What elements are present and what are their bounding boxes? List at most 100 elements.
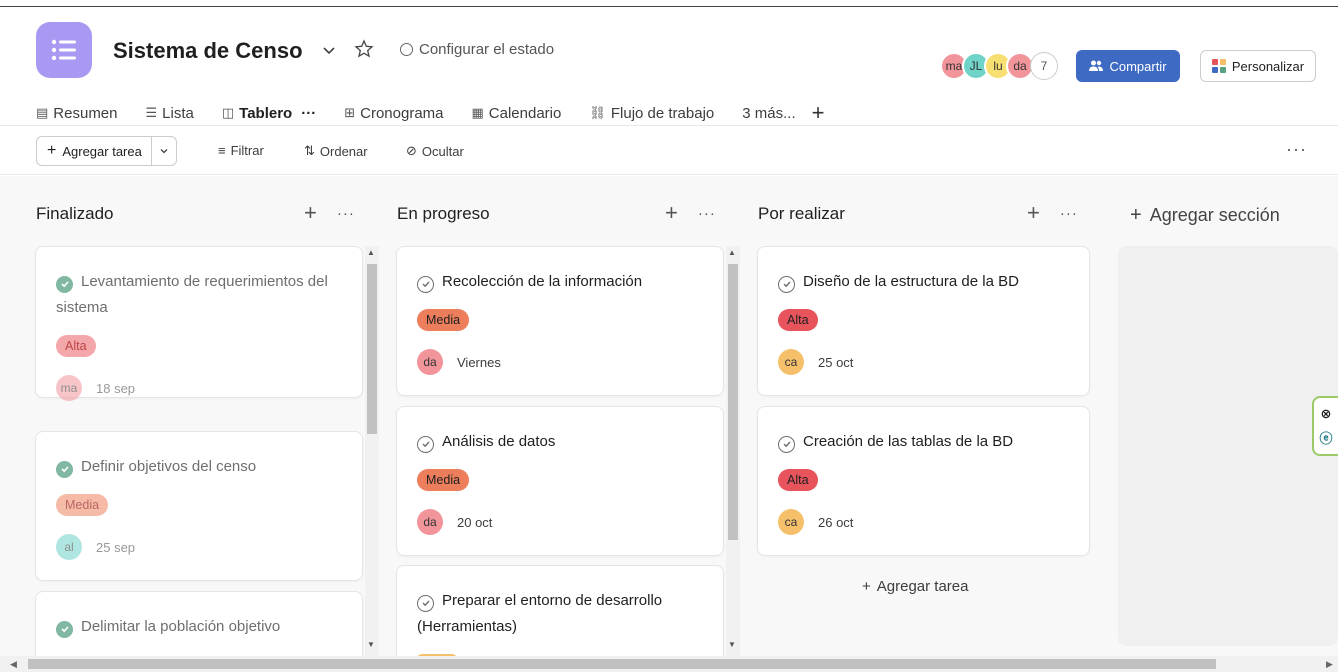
browser-extension-widget[interactable]: ⊗ ⓔ — [1312, 396, 1338, 456]
people-icon — [1089, 60, 1104, 71]
share-button[interactable]: Compartir — [1076, 50, 1180, 82]
task-title: Diseño de la estructura de la BD — [778, 269, 1075, 295]
task-card[interactable]: Recolección de la información Media da Vi… — [396, 246, 724, 396]
column-title-finalizado[interactable]: Finalizado — [36, 204, 114, 224]
scroll-down-arrow-icon[interactable]: ▼ — [728, 640, 736, 649]
star-icon[interactable] — [354, 39, 374, 59]
task-meta: da Viernes — [417, 349, 501, 375]
sort-button[interactable]: ⇅ Ordenar — [304, 143, 368, 159]
task-title: Delimitar la población objetivo — [56, 614, 348, 640]
priority-tag: Media — [56, 494, 109, 516]
column-title-en-progreso[interactable]: En progreso — [397, 204, 490, 224]
add-task-main[interactable]: + Agregar tarea — [37, 137, 152, 165]
add-task-plus-icon[interactable]: + — [304, 200, 317, 226]
due-date[interactable]: 18 sep — [96, 381, 135, 396]
list-icon: ☰ — [145, 105, 158, 120]
check-icon[interactable] — [778, 435, 795, 453]
task-card[interactable]: Delimitar la población objetivo — [35, 591, 363, 656]
project-list-icon[interactable] — [36, 22, 92, 78]
scroll-up-arrow-icon[interactable]: ▲ — [367, 248, 375, 257]
add-section-button[interactable]: + Agregar sección — [1130, 204, 1280, 227]
check-done-icon[interactable] — [56, 620, 73, 638]
task-title-text: Recolección de la información — [442, 273, 643, 290]
column-actions: + ··· — [665, 200, 716, 226]
avatar[interactable]: da — [417, 509, 443, 535]
task-card[interactable]: Levantamiento de requerimientos del sist… — [35, 246, 363, 401]
add-task-link[interactable]: + Agregar tarea — [862, 578, 969, 595]
new-section-placeholder — [1118, 246, 1338, 646]
check-done-icon[interactable] — [56, 275, 73, 293]
tab-cronograma[interactable]: ⊞ Cronograma — [344, 100, 443, 126]
close-icon[interactable]: ⊗ — [1321, 406, 1332, 422]
scrollbar-thumb[interactable] — [367, 264, 377, 434]
chevron-down-icon[interactable] — [320, 41, 338, 59]
task-card[interactable]: Creación de las tablas de la BD Alta ca 2… — [757, 406, 1090, 556]
members-avatars[interactable]: ma JL lu da 7 — [940, 52, 1058, 80]
tab-tablero[interactable]: ◫ Tablero ··· — [221, 100, 317, 130]
avatar[interactable]: ca — [778, 349, 804, 375]
column-actions: + ··· — [304, 200, 355, 226]
check-icon[interactable] — [417, 275, 434, 293]
due-date[interactable]: Viernes — [457, 355, 501, 370]
column-title-por-realizar[interactable]: Por realizar — [758, 204, 845, 224]
add-task-dropdown[interactable] — [152, 137, 176, 165]
check-icon[interactable] — [417, 435, 434, 453]
project-title[interactable]: Sistema de Censo — [113, 38, 303, 64]
window-top-edge — [0, 0, 1338, 7]
due-date[interactable]: 25 sep — [96, 540, 135, 555]
filter-label: Filtrar — [230, 143, 264, 158]
task-title: Preparar el entorno de desarrollo (Herra… — [417, 588, 709, 640]
add-task-plus-icon[interactable]: + — [665, 200, 678, 226]
tab-label: Resumen — [53, 104, 118, 122]
column-scrollbar[interactable]: ▲ ▼ — [365, 246, 379, 656]
tab-flujo-de-trabajo[interactable]: ⛓ Flujo de trabajo — [589, 100, 714, 126]
avatar[interactable]: ca — [778, 509, 804, 535]
more-options-icon[interactable]: ··· — [1286, 139, 1307, 160]
tab-calendario[interactable]: ▦ Calendario — [472, 100, 562, 126]
task-card[interactable]: Análisis de datos Media da 20 oct — [396, 406, 724, 556]
add-task-plus-icon[interactable]: + — [1027, 200, 1040, 226]
horizontal-scrollbar[interactable]: ◀ ▶ — [0, 656, 1338, 672]
tab-resumen[interactable]: ▤ Resumen — [36, 100, 118, 126]
due-date[interactable]: 26 oct — [818, 515, 853, 530]
scroll-down-arrow-icon[interactable]: ▼ — [367, 640, 375, 649]
scroll-up-arrow-icon[interactable]: ▲ — [728, 248, 736, 257]
customize-grid-icon — [1211, 59, 1226, 73]
tab-more[interactable]: 3 más... — [742, 100, 795, 126]
task-card[interactable]: Diseño de la estructura de la BD Alta ca… — [757, 246, 1090, 396]
task-title: Levantamiento de requerimientos del sist… — [56, 269, 348, 321]
check-icon[interactable] — [778, 275, 795, 293]
task-title-text: Definir objetivos del censo — [81, 458, 257, 475]
add-tab-plus-icon[interactable]: + — [812, 102, 825, 124]
customize-button[interactable]: Personalizar — [1200, 50, 1316, 82]
avatar[interactable]: al — [56, 534, 82, 560]
hide-button[interactable]: ⊘ Ocultar — [406, 143, 464, 159]
task-card[interactable]: Definir objetivos del censo Media al 25 s… — [35, 431, 363, 581]
filter-button[interactable]: ≡ Filtrar — [218, 143, 264, 158]
set-status-button[interactable]: Configurar el estado — [400, 41, 554, 58]
column-more-icon[interactable]: ··· — [337, 205, 355, 222]
due-date[interactable]: 20 oct — [457, 515, 492, 530]
extension-e-icon[interactable]: ⓔ — [1319, 428, 1332, 447]
avatar[interactable]: ma — [56, 375, 82, 401]
tab-lista[interactable]: ☰ Lista — [146, 100, 194, 126]
task-meta: ma 18 sep — [56, 375, 135, 401]
scroll-left-arrow-icon[interactable]: ◀ — [10, 659, 17, 670]
scroll-right-arrow-icon[interactable]: ▶ — [1326, 659, 1333, 670]
column-scrollbar[interactable]: ▲ ▼ — [726, 246, 740, 656]
tab-more-icon[interactable]: ··· — [301, 105, 316, 122]
clipboard-icon: ▤ — [36, 105, 49, 120]
add-task-button[interactable]: + Agregar tarea — [36, 136, 177, 166]
scrollbar-thumb[interactable] — [728, 264, 738, 540]
avatar[interactable]: da — [417, 349, 443, 375]
task-card[interactable]: Preparar el entorno de desarrollo (Herra… — [396, 565, 724, 656]
check-done-icon[interactable] — [56, 460, 73, 478]
column-more-icon[interactable]: ··· — [698, 205, 716, 222]
scrollbar-thumb[interactable] — [28, 659, 1216, 669]
board-toolbar: + Agregar tarea ≡ Filtrar ⇅ Ordenar ⊘ Oculta… — [0, 127, 1338, 175]
check-icon[interactable] — [417, 594, 434, 612]
due-date[interactable]: 25 oct — [818, 355, 853, 370]
column-more-icon[interactable]: ··· — [1060, 205, 1078, 222]
tab-label: Flujo de trabajo — [610, 104, 715, 122]
members-count[interactable]: 7 — [1030, 52, 1058, 80]
